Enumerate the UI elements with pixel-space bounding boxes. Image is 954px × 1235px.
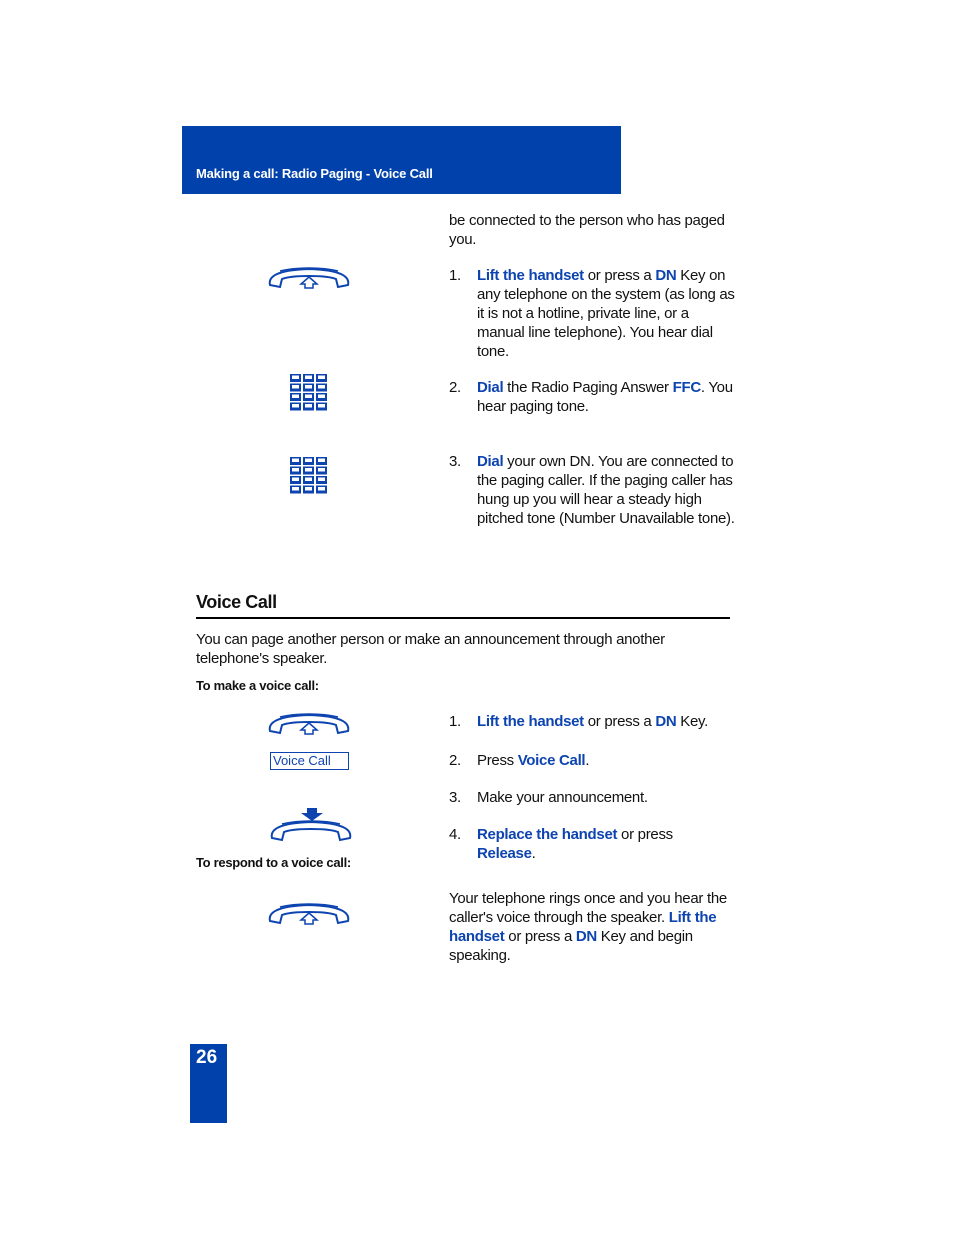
header-title: Making a call: Radio Paging - Voice Call — [196, 166, 433, 181]
make-voice-call-heading: To make a voice call: — [196, 678, 319, 693]
respond-voice-call-heading: To respond to a voice call: — [196, 855, 351, 870]
header-bar — [182, 126, 621, 194]
voice-call-step-1: 1. Lift the handset or press a DN Key. — [449, 712, 739, 732]
dialpad-key-face — [318, 375, 325, 379]
text-run: . — [531, 845, 536, 862]
dialpad-key-face — [292, 404, 299, 408]
text-run: the Radio Paging Answer — [503, 379, 673, 396]
step-number: 3. — [449, 789, 461, 806]
key-term: DN — [655, 713, 677, 730]
radio-paging-step-2: 2. Dial the Radio Paging Answer FFC. You… — [449, 378, 739, 418]
key-term: Lift the handset — [477, 267, 584, 284]
step-text: Lift the handset or press a DN Key on an… — [477, 266, 735, 361]
dialpad-key-face — [305, 458, 312, 462]
key-term: Release — [477, 845, 532, 862]
dialpad-key-face — [292, 394, 299, 398]
page-number: 26 — [196, 1047, 218, 1068]
key-term: Replace the handset — [477, 826, 618, 843]
dialpad-key-face — [305, 404, 312, 408]
voice-call-step-4: 4. Replace the handset or press Release. — [449, 825, 739, 862]
dialpad-key-face — [318, 394, 325, 398]
step-text: Dial the Radio Paging Answer FFC. You he… — [477, 378, 735, 416]
key-term: Dial — [477, 379, 504, 396]
section-title: Voice Call — [196, 592, 277, 612]
step-text: Lift the handset or press a DN Key. — [477, 712, 735, 731]
dialpad-key-face — [292, 375, 299, 379]
text-run: or press a — [583, 267, 656, 284]
text-run: or press a — [583, 713, 656, 730]
dialpad-key-face — [318, 487, 325, 491]
step-text: Make your announcement. — [477, 788, 735, 807]
dialpad-icon — [289, 373, 329, 413]
handset-lift-icon — [266, 899, 352, 929]
dialpad-key-face — [318, 468, 325, 472]
intro-continuation: be connected to the person who has paged… — [449, 212, 725, 248]
voice-call-step-2: 2. Press Voice Call. — [449, 751, 739, 771]
text-run: Press — [477, 752, 518, 769]
dialpad-key-face — [305, 394, 312, 398]
step-number: 1. — [449, 713, 461, 730]
section-divider — [196, 617, 730, 619]
dialpad-key-face — [305, 385, 312, 389]
key-term: FFC — [672, 379, 702, 396]
dialpad-key-face — [292, 385, 299, 389]
dialpad-key-face — [292, 458, 299, 462]
key-term: DN — [575, 928, 597, 945]
respond-voice-call-text: Your telephone rings once and you hear t… — [449, 889, 731, 965]
text-run: . — [585, 752, 590, 769]
dialpad-key-face — [292, 477, 299, 481]
dialpad-key-face — [318, 477, 325, 481]
handset-lift-icon — [266, 709, 352, 739]
voice-call-description: You can page another person or make an a… — [196, 631, 665, 667]
step-number: 2. — [449, 379, 461, 396]
key-term: DN — [655, 267, 677, 284]
dialpad-key-face — [318, 458, 325, 462]
radio-paging-step-3: 3. Dial your own DN. You are connected t… — [449, 452, 739, 547]
text-run: Key. — [676, 713, 708, 730]
dialpad-key-face — [292, 468, 299, 472]
text-run: Make your announcement. — [477, 789, 648, 806]
key-term: Lift the handset — [477, 713, 584, 730]
text-run: your own DN. You are connected to the pa… — [477, 453, 735, 527]
handset-lift-icon — [266, 263, 352, 293]
dialpad-key-face — [305, 477, 312, 481]
dialpad-icon — [289, 456, 329, 496]
step-number: 2. — [449, 752, 461, 769]
step-text: Press Voice Call. — [477, 751, 735, 770]
step-text: Dial your own DN. You are connected to t… — [477, 452, 735, 528]
text-run: or press a — [504, 928, 576, 945]
step-number: 1. — [449, 267, 461, 284]
dialpad-key-face — [305, 487, 312, 491]
dialpad-key-face — [305, 375, 312, 379]
voice-call-softkey[interactable]: Voice Call — [270, 752, 349, 770]
radio-paging-step-1: 1. Lift the handset or press a DN Key on… — [449, 266, 739, 361]
dialpad-key-face — [318, 404, 325, 408]
dialpad-key-face — [292, 487, 299, 491]
step-text: Replace the handset or press Release. — [477, 825, 735, 863]
voice-call-step-3: 3. Make your announcement. — [449, 788, 739, 808]
text-run: or press — [617, 826, 673, 843]
step-number: 3. — [449, 453, 461, 470]
dialpad-key-face — [305, 468, 312, 472]
key-term: Voice Call — [517, 752, 586, 769]
dialpad-key-face — [318, 385, 325, 389]
key-term: Dial — [477, 453, 504, 470]
step-number: 4. — [449, 826, 461, 843]
handset-replace-icon — [268, 806, 354, 844]
